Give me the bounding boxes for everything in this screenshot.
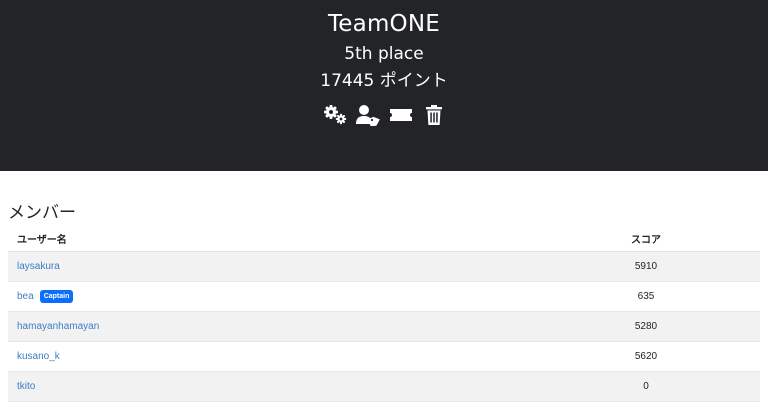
table-row: hamayanhamayan 5280 <box>8 311 760 342</box>
table-row: bea Captain 635 <box>8 281 760 312</box>
member-score: 5620 <box>532 341 760 372</box>
score-column-header: スコア <box>532 225 760 252</box>
table-row: tkito 0 <box>8 371 760 402</box>
team-actions <box>0 101 768 129</box>
table-header-row: ユーザー名 スコア <box>8 225 760 252</box>
user-tag-icon[interactable] <box>355 102 381 128</box>
team-name: TeamONE <box>327 11 441 37</box>
member-link[interactable]: laysakura <box>17 261 60 272</box>
member-link[interactable]: tkito <box>17 381 35 392</box>
member-score: 0 <box>532 371 760 402</box>
captain-badge: Captain <box>39 290 74 303</box>
settings-icon[interactable] <box>322 102 348 128</box>
member-score: 635 <box>532 281 760 312</box>
table-row: kusano_k 5620 <box>8 341 760 372</box>
ticket-icon[interactable] <box>388 102 414 128</box>
members-table: ユーザー名 スコア laysakura 5910 bea Captain 635 … <box>8 225 760 402</box>
team-header: TeamONE 5th place 17445 ポイント <box>0 0 768 171</box>
username-column-header: ユーザー名 <box>8 225 532 252</box>
table-row: laysakura 5910 <box>8 251 760 282</box>
member-score: 5910 <box>532 251 760 282</box>
team-place: 5th place <box>344 44 424 64</box>
member-score: 5280 <box>532 311 760 342</box>
member-link[interactable]: kusano_k <box>17 351 60 362</box>
team-points: 17445 ポイント <box>320 71 448 91</box>
members-title: メンバー <box>8 203 76 223</box>
member-link[interactable]: bea <box>17 291 34 302</box>
member-link[interactable]: hamayanhamayan <box>17 321 99 332</box>
trash-icon[interactable] <box>421 102 447 128</box>
